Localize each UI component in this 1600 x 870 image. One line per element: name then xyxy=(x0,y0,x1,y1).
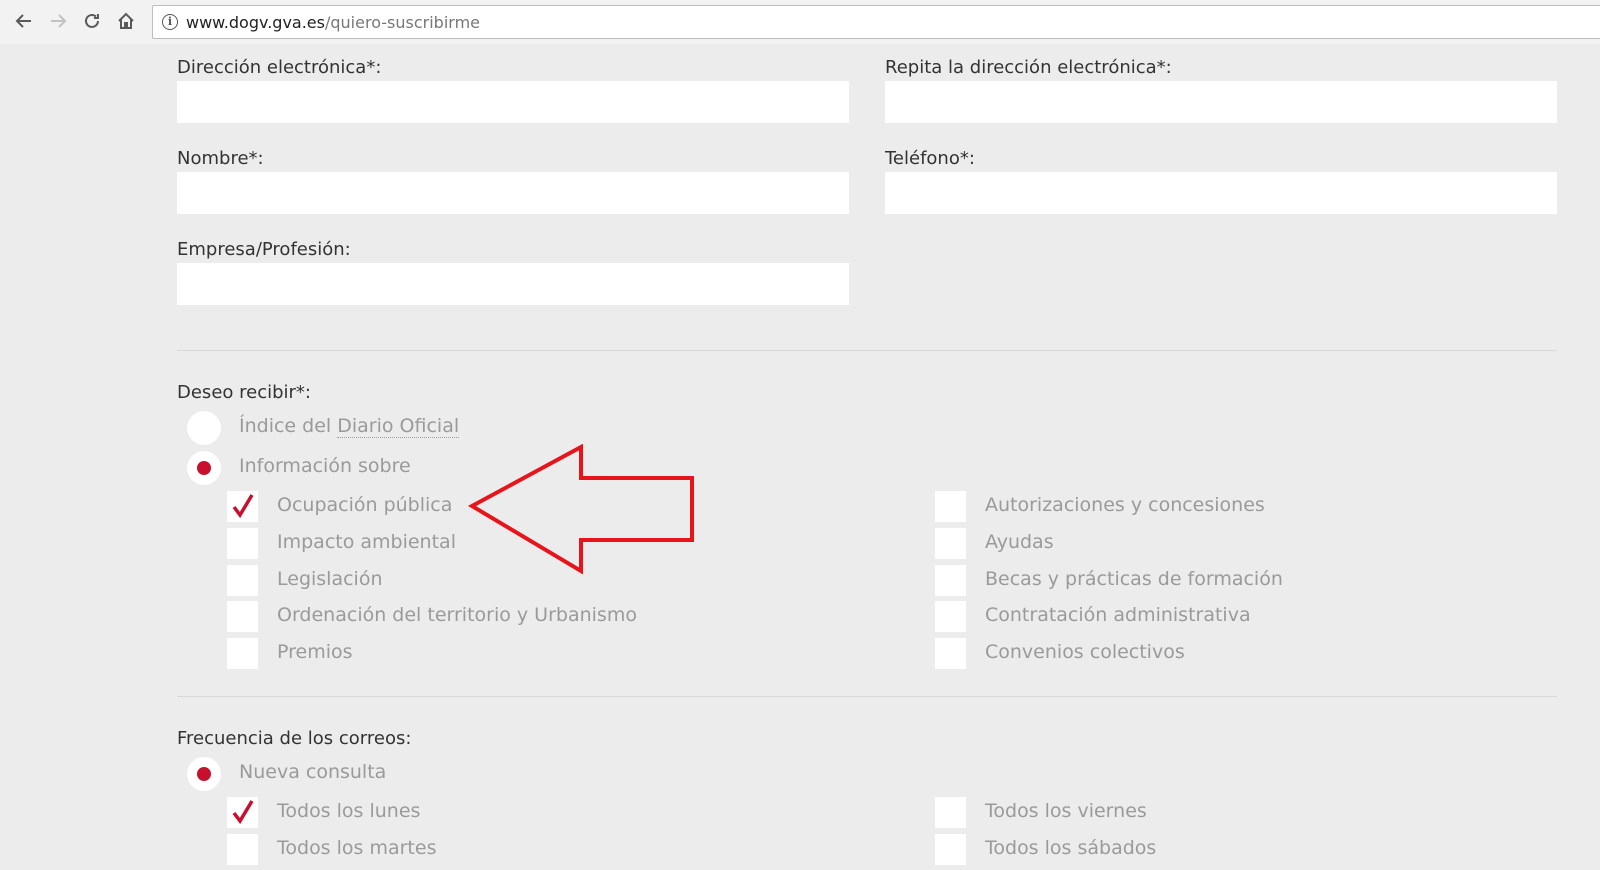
arrow-right-icon xyxy=(51,14,67,28)
radio-nueva-consulta-label: Nueva consulta xyxy=(239,761,387,783)
name-label: Nombre*: xyxy=(177,148,264,169)
checkbox-contratacion[interactable] xyxy=(935,601,966,632)
url-text: www.dogv.gva.es/quiero-suscribirme xyxy=(186,12,481,32)
section-divider xyxy=(177,350,1557,351)
email-repeat-label: Repita la dirección electrónica*: xyxy=(885,57,1172,78)
company-field[interactable] xyxy=(177,263,849,305)
frequency-label: Frecuencia de los correos: xyxy=(177,728,412,749)
topic-label: Premios xyxy=(277,641,353,663)
topic-label: Convenios colectivos xyxy=(985,641,1185,663)
section-divider xyxy=(177,696,1557,697)
checkmark-icon xyxy=(232,494,254,519)
home-icon xyxy=(118,12,134,29)
topic-label: Legislación xyxy=(277,568,383,590)
checkbox-todos-viernes[interactable] xyxy=(935,797,966,828)
reload-button[interactable] xyxy=(77,6,107,36)
back-button[interactable] xyxy=(9,6,39,36)
radio-info[interactable] xyxy=(187,451,221,485)
browser-toolbar: i www.dogv.gva.es/quiero-suscribirme xyxy=(0,0,1600,44)
checkbox-impacto-ambiental[interactable] xyxy=(227,528,258,559)
arrow-left-icon xyxy=(15,14,31,28)
email-label: Dirección electrónica*: xyxy=(177,57,382,78)
company-label: Empresa/Profesión: xyxy=(177,239,351,260)
home-button[interactable] xyxy=(111,6,141,36)
radio-nueva-consulta[interactable] xyxy=(187,757,221,791)
reload-icon xyxy=(85,13,99,28)
radio-info-label: Información sobre xyxy=(239,455,411,477)
forward-button[interactable] xyxy=(43,6,73,36)
diario-oficial-abbr: Diario Oficial xyxy=(337,415,460,438)
day-label: Todos los sábados xyxy=(985,837,1157,859)
checkbox-ocupacion-publica[interactable] xyxy=(227,491,258,522)
info-icon[interactable]: i xyxy=(162,14,178,30)
phone-label: Teléfono*: xyxy=(885,148,975,169)
radio-index-label: Índice del Diario Oficial xyxy=(239,415,460,438)
topic-label: Autorizaciones y concesiones xyxy=(985,494,1265,516)
checkbox-ordenacion-territorio[interactable] xyxy=(227,601,258,632)
checkbox-autorizaciones[interactable] xyxy=(935,491,966,522)
radio-selected-dot xyxy=(197,461,211,475)
checkbox-becas[interactable] xyxy=(935,565,966,596)
address-bar[interactable]: i www.dogv.gva.es/quiero-suscribirme xyxy=(152,5,1600,39)
receive-label: Deseo recibir*: xyxy=(177,382,311,403)
day-label: Todos los lunes xyxy=(277,800,421,822)
phone-field[interactable] xyxy=(885,172,1557,214)
topic-label: Contratación administrativa xyxy=(985,604,1251,626)
topic-label: Becas y prácticas de formación xyxy=(985,568,1283,590)
topic-label: Ayudas xyxy=(985,531,1054,553)
checkmark-icon xyxy=(232,800,254,825)
radio-selected-dot xyxy=(197,767,211,781)
checkbox-todos-martes[interactable] xyxy=(227,834,258,865)
email-field[interactable] xyxy=(177,81,849,123)
topic-label: Ocupación pública xyxy=(277,494,453,516)
checkbox-legislacion[interactable] xyxy=(227,565,258,596)
checkbox-convenios[interactable] xyxy=(935,638,966,669)
topic-label: Ordenación del territorio y Urbanismo xyxy=(277,604,637,626)
checkbox-todos-sabados[interactable] xyxy=(935,834,966,865)
topic-label: Impacto ambiental xyxy=(277,531,456,553)
email-repeat-field[interactable] xyxy=(885,81,1557,123)
radio-index[interactable] xyxy=(187,411,221,445)
checkbox-ayudas[interactable] xyxy=(935,528,966,559)
annotation-arrow-icon xyxy=(467,444,694,575)
day-label: Todos los martes xyxy=(277,837,437,859)
day-label: Todos los viernes xyxy=(985,800,1147,822)
checkbox-todos-lunes[interactable] xyxy=(227,797,258,828)
name-field[interactable] xyxy=(177,172,849,214)
checkbox-premios[interactable] xyxy=(227,638,258,669)
